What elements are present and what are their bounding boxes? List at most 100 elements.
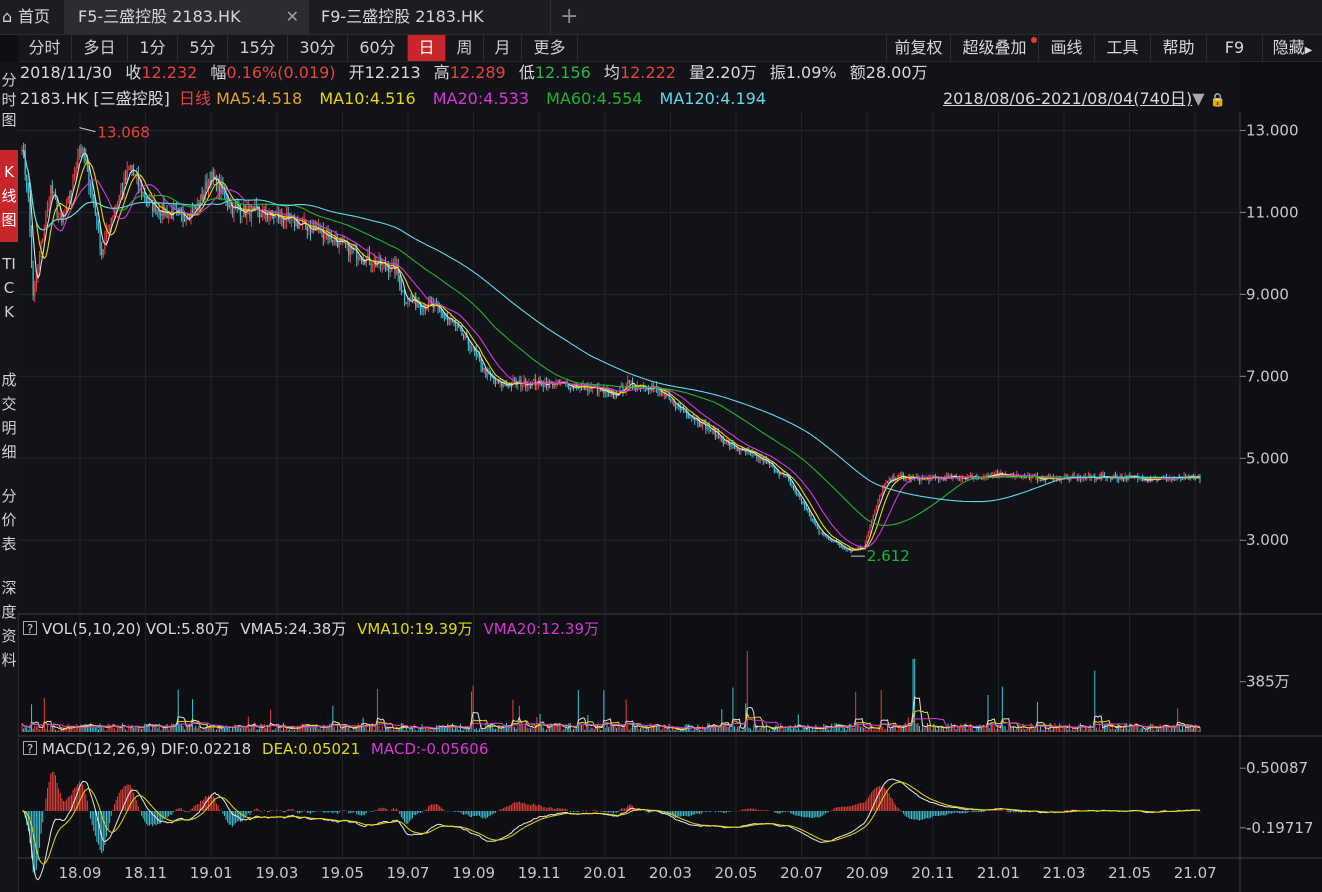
candle-body [74,173,76,175]
macd-help-icon[interactable]: ? [23,741,37,756]
candle-body [947,475,949,478]
candle-body [183,218,186,222]
vol-help-icon[interactable]: ? [23,621,37,636]
candle-body [370,263,372,266]
candle-body [462,335,465,338]
candle-body [235,204,237,207]
candle-body [120,190,122,196]
candle-body [389,270,391,273]
candle-body [969,475,972,477]
candle-body [201,194,203,200]
candle-body [356,247,358,260]
candle-body [794,488,796,492]
x-tick-label: 19.11 [518,864,561,882]
candle-body [960,478,962,480]
candle-body [142,192,144,195]
candle-body [968,475,970,477]
ma60-legend: MA60:4.554 [546,89,643,108]
candle-body [792,485,795,489]
candle-body [359,258,361,261]
y-tick-label: 5.000 [1246,449,1289,467]
candle-body [480,359,482,368]
date-range[interactable]: 2018/08/06-2021/08/04(740日)▼ 🔒 [943,88,1226,110]
dropdown-arrow-icon[interactable]: ▼ [1192,89,1204,108]
x-tick-label: 21.03 [1043,864,1086,882]
candle-body [403,291,406,303]
candle-body [800,498,803,502]
candle-body [443,316,446,318]
candle-body [491,377,493,379]
candle-body [128,169,130,171]
candle-body [776,471,779,474]
candle-body [542,385,544,387]
candle-body [206,182,208,190]
vma5-legend: VMA5:24.38万 [240,620,347,638]
candle-body [306,226,308,231]
candle-body [818,528,820,533]
candle-body [549,380,551,383]
candle-body [687,415,689,417]
lock-icon[interactable]: 🔒 [1210,93,1226,108]
candle-body [666,395,669,397]
candle-body [684,411,686,413]
candle-body [767,461,769,463]
candle-body [840,545,842,547]
ma20-legend: MA20:4.533 [432,89,530,108]
candle-body [526,385,528,388]
candle-body [34,284,36,296]
macd-name: MACD(12,26,9) [42,740,156,758]
candle-body [308,228,310,231]
candle-body [995,473,997,475]
candle-body [357,258,359,260]
candle-body [628,380,630,382]
candle-body [933,475,935,477]
quote-open: 12.213 [364,63,421,82]
candle-body [48,203,50,205]
candle-body [805,507,807,509]
candle-body [364,261,366,264]
candle-body [839,544,841,546]
x-tick-label: 18.11 [124,864,167,882]
candle-body [512,380,514,387]
period-label: 日线 [179,89,212,108]
candle-body [681,408,683,410]
candle-body [156,209,159,214]
candle-body [30,232,33,268]
candle-body [233,204,235,215]
candle-body [445,317,447,319]
candle-body [534,379,536,386]
candle-body [1081,478,1083,480]
candle-body [494,380,497,382]
quote-date: 2018/11/30 [20,63,113,82]
x-tick-label: 20.11 [911,864,954,882]
candle-body [493,377,495,381]
candle-body [163,204,165,216]
ma5-legend: MA5:4.518 [216,89,303,108]
candle-body [459,327,461,329]
candle-body [112,215,114,218]
macd-axis-label: 0.50087 [1246,759,1308,777]
vol-value: VOL:5.80万 [145,620,230,638]
candle-body [50,185,52,204]
candle-body [295,221,297,227]
candle-body [1167,479,1169,481]
candle-body [59,213,61,215]
candle-body [845,548,847,550]
candle-body [1095,478,1097,480]
candle-body [67,196,69,202]
candle-body [475,351,477,355]
candle-body [706,425,709,430]
candle-body [27,189,29,197]
candle-body [96,213,98,227]
candle-body [396,264,398,274]
candle-body [837,542,839,545]
candle-body [61,213,63,223]
candle-body [931,475,933,478]
x-tick-label: 20.09 [846,864,889,882]
candle-body [266,215,269,219]
quote-change-label: 幅 [210,63,227,82]
candle-body [826,535,828,539]
candle-body [324,235,326,239]
candle-body [670,398,672,401]
quote-amp-label: 振 [769,63,786,82]
